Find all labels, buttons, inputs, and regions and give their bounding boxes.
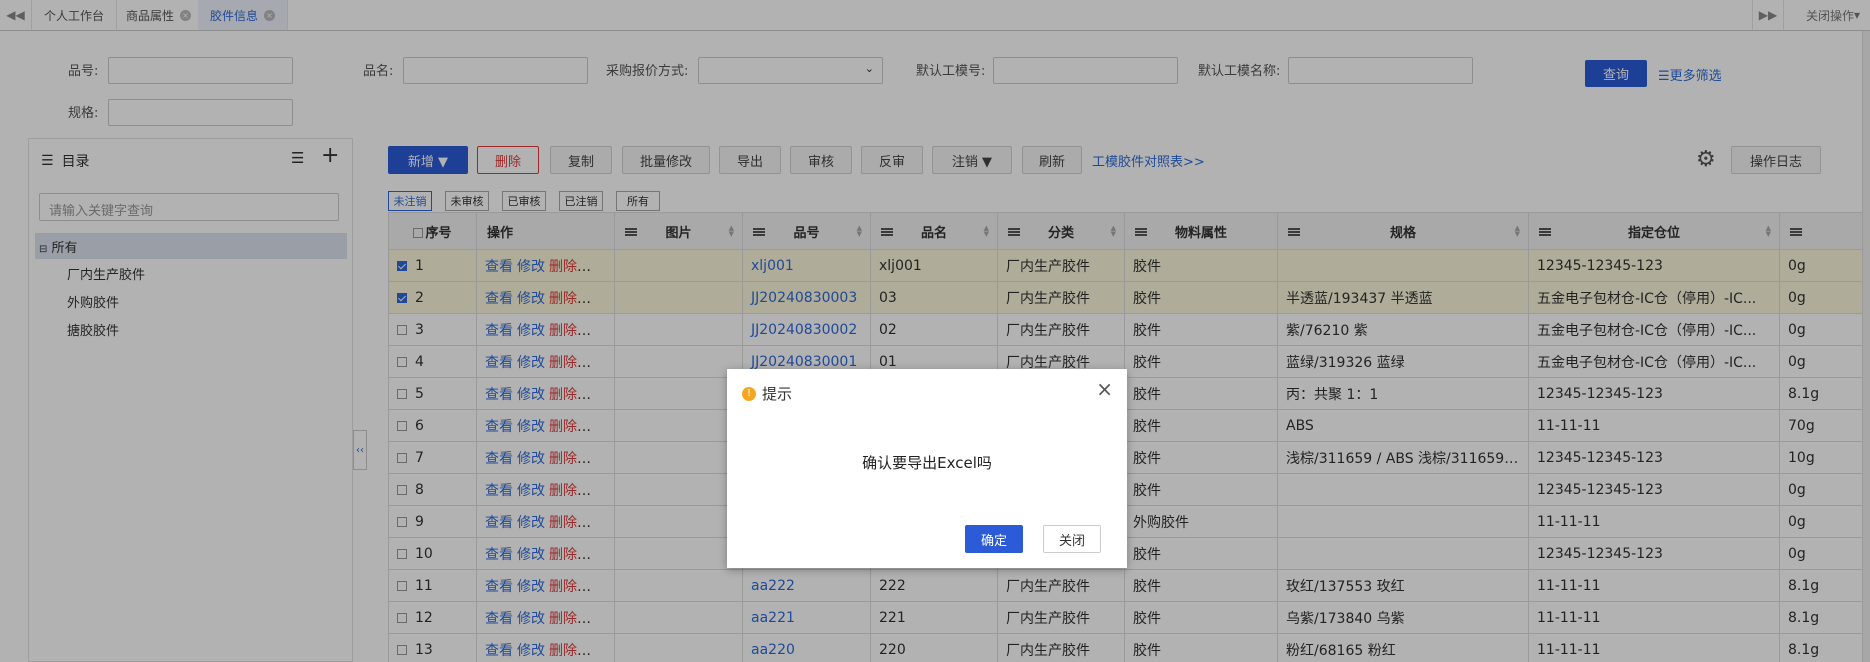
confirm-button[interactable]: 确定 — [965, 525, 1023, 553]
dialog-header: ! 提示 — [742, 383, 792, 404]
close-icon[interactable]: × — [1096, 377, 1113, 401]
confirm-dialog: ! 提示 × 确认要导出Excel吗 确定 关闭 — [727, 369, 1127, 568]
close-button[interactable]: 关闭 — [1043, 525, 1101, 553]
info-icon: ! — [742, 386, 756, 401]
dialog-message: 确认要导出Excel吗 — [862, 454, 992, 472]
